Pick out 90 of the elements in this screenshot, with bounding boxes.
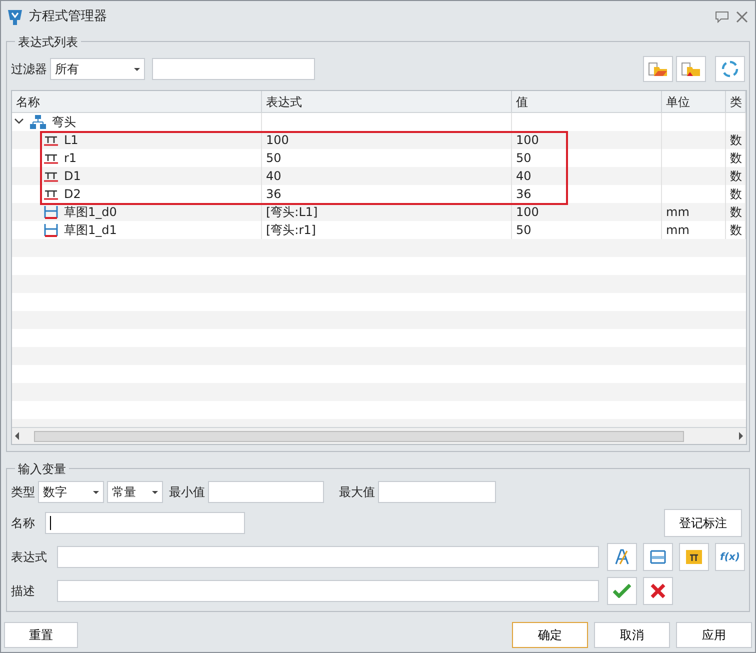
refresh-button[interactable]	[715, 56, 745, 82]
import-button[interactable]	[643, 56, 673, 82]
table-cell-text: 50	[266, 150, 282, 167]
tree-item-label[interactable]: 草图1_d1	[64, 221, 117, 239]
window-title: 方程式管理器	[29, 8, 108, 26]
table-cell-text: 50	[516, 150, 532, 167]
type-dropdown[interactable]: 数字	[38, 481, 104, 503]
refresh-icon	[721, 60, 739, 78]
field-label: 名称	[11, 515, 35, 532]
scroll-right-icon[interactable]	[738, 432, 744, 440]
table-cell-text: 100	[516, 132, 539, 149]
column-header[interactable]: 值	[512, 91, 662, 112]
accept-button[interactable]	[607, 577, 637, 605]
cancel-button[interactable]	[643, 577, 673, 605]
folder-icon	[681, 61, 701, 77]
field-label: 最小值	[169, 484, 205, 501]
pi-icon	[686, 549, 702, 565]
table-cell-text: mm	[666, 204, 690, 221]
table-cell-text: 40	[516, 168, 532, 185]
pi-icon	[44, 170, 58, 182]
table-cell-text: 100	[516, 204, 539, 221]
folder-icon	[648, 61, 668, 77]
field-label: 描述	[11, 583, 36, 600]
table-cell-text: 40	[266, 168, 282, 185]
table-cell-text: [弯头:L1]	[266, 204, 318, 221]
pi-icon	[44, 152, 58, 164]
tree-item-label[interactable]: 草图1_d0	[64, 203, 117, 221]
dialog-button[interactable]: 取消	[594, 622, 670, 648]
comment-icon[interactable]	[715, 11, 729, 23]
column-header[interactable]: 名称	[12, 91, 262, 112]
tree-item-label[interactable]: D1	[64, 167, 81, 185]
function-button[interactable]: f(x)	[715, 543, 745, 571]
tree-item-label[interactable]: r1	[64, 149, 77, 167]
tree-item-label[interactable]: D2	[64, 185, 81, 203]
scroll-left-icon[interactable]	[14, 432, 20, 440]
caret-icon	[134, 68, 140, 70]
table-cell-text: 100	[266, 132, 289, 149]
column-header[interactable]: 单位	[662, 91, 726, 112]
expression-field[interactable]	[57, 546, 599, 568]
table-cell-text: 数	[730, 132, 742, 149]
close-icon[interactable]	[735, 11, 749, 23]
table-cell-text: 数	[730, 186, 742, 203]
dialog-button[interactable]: 确定	[512, 622, 588, 648]
group-title: 输入变量	[15, 460, 69, 478]
filter-field[interactable]	[152, 58, 315, 80]
dialog-button[interactable]: 应用	[676, 622, 752, 648]
field-label: 最大值	[339, 484, 375, 501]
dimension-icon	[650, 550, 666, 564]
max-value-field[interactable]	[378, 481, 496, 503]
table-cell-text: 数	[730, 168, 742, 185]
table-cell-text: [弯头:r1]	[266, 222, 316, 239]
app-logo-icon	[7, 8, 23, 26]
field-label: 类型	[11, 484, 35, 501]
letter-a-icon	[615, 549, 629, 565]
group-title: 表达式列表	[15, 33, 81, 51]
hierarchy-icon	[30, 115, 46, 129]
horizontal-scrollbar[interactable]	[12, 427, 746, 444]
field-label: 表达式	[11, 549, 48, 566]
name-field[interactable]	[45, 512, 245, 534]
table-cell-text: 数	[730, 150, 742, 167]
column-header[interactable]: 类	[726, 91, 746, 112]
checkmark-icon	[613, 584, 631, 598]
constant-button[interactable]	[679, 543, 709, 571]
register-button[interactable]: 登记标注	[664, 509, 742, 537]
caret-icon	[93, 490, 99, 494]
pi-icon	[44, 134, 58, 146]
mode-dropdown[interactable]: 常量	[107, 481, 163, 503]
min-value-field[interactable]	[208, 481, 324, 503]
tree-item-label[interactable]: L1	[64, 131, 78, 149]
filter-dropdown[interactable]: 所有	[50, 58, 145, 80]
pi-icon	[44, 188, 58, 200]
cross-icon	[650, 583, 666, 599]
description-field[interactable]	[57, 580, 599, 602]
column-header[interactable]: 表达式	[262, 91, 512, 112]
dimension-icon	[44, 223, 58, 237]
chevron-down-icon[interactable]	[14, 118, 24, 126]
dimension-button[interactable]	[643, 543, 673, 571]
dimension-icon	[44, 205, 58, 219]
dialog-button[interactable]: 重置	[4, 622, 78, 648]
table-cell-text: 36	[266, 186, 282, 203]
text-button[interactable]	[607, 543, 637, 571]
table-cell-text: mm	[666, 222, 690, 239]
table-cell-text: 数	[730, 204, 742, 221]
caret-icon	[152, 490, 158, 494]
filter-label: 过滤器	[11, 61, 47, 78]
table-cell-text: 数	[730, 222, 742, 239]
export-button[interactable]	[676, 56, 706, 82]
tree-item-label[interactable]: 弯头	[52, 113, 76, 131]
table-cell-text: 50	[516, 222, 532, 239]
table-cell-text: 36	[516, 186, 532, 203]
